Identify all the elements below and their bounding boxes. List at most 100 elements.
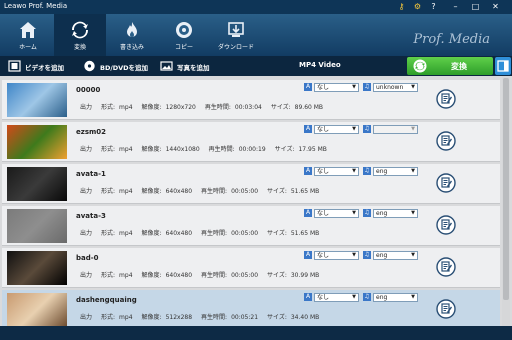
format-label: 形式: xyxy=(101,272,116,279)
tab-convert[interactable]: 変換 xyxy=(54,14,106,56)
duration-label: 再生時間: xyxy=(208,146,235,153)
audio-dropdown[interactable]: eng ▼ xyxy=(373,293,418,302)
close-icon[interactable]: ✕ xyxy=(490,1,501,12)
subtitle-value: なし xyxy=(317,210,330,217)
audio-dropdown[interactable]: unknown ▼ xyxy=(373,83,418,92)
format-value: mp4 xyxy=(119,146,133,153)
duration-value: 00:03:04 xyxy=(234,104,262,111)
add-video-label: ビデオを追加 xyxy=(25,64,64,72)
gear-icon[interactable]: ⚙ xyxy=(412,1,423,12)
size-label: サイズ: xyxy=(267,272,287,279)
scrollbar[interactable] xyxy=(502,76,510,326)
subtitle-icon: A xyxy=(304,209,312,217)
convert-button[interactable]: 変換 xyxy=(407,57,493,75)
tab-burn[interactable]: 書き込み xyxy=(106,14,158,56)
brand-logo: Prof. Media xyxy=(413,32,490,47)
resolution-value: 512x288 xyxy=(165,314,193,321)
size-label: サイズ: xyxy=(274,146,295,153)
size-value: 34.40 MB xyxy=(290,314,320,321)
resolution-label: 解像度: xyxy=(141,314,162,321)
output-label: 出力 xyxy=(80,188,93,195)
audio-icon: ♫ xyxy=(363,251,371,259)
chevron-down-icon: ▼ xyxy=(352,168,356,174)
audio-icon: ♫ xyxy=(363,125,371,133)
chevron-down-icon: ▼ xyxy=(411,168,415,174)
tab-label-copy: コピー xyxy=(174,44,193,51)
subtitle-dropdown[interactable]: なし ▼ xyxy=(314,251,359,260)
format-label: 形式: xyxy=(101,188,116,195)
file-row[interactable]: 00000 出力 形式: mp4 解像度: 1280x720 再生時間: 00:03:04 サイ… xyxy=(2,80,500,120)
add-bd-dvd-label: BD/DVDを追加 xyxy=(100,64,149,72)
file-row[interactable]: avata-1 出力 形式: mp4 解像度: 640x480 再生時間: 00:05:00 サ… xyxy=(2,164,500,204)
duration-value: 00:05:00 xyxy=(231,230,259,237)
scrollbar-thumb[interactable] xyxy=(503,78,509,300)
maximize-icon[interactable]: □ xyxy=(470,1,481,12)
resolution-value: 640x480 xyxy=(165,272,193,279)
format-label: 形式: xyxy=(101,146,116,153)
edit-icon[interactable] xyxy=(436,173,456,193)
edit-icon[interactable] xyxy=(436,299,456,319)
file-row[interactable]: dashengquaing 出力 形式: mp4 解像度: 512x288 再生時間: 00:… xyxy=(2,290,500,326)
convert-refresh-icon xyxy=(413,59,427,73)
subtitle-dropdown[interactable]: なし ▼ xyxy=(314,293,359,302)
audio-dropdown[interactable]: eng ▼ xyxy=(373,167,418,176)
edit-icon[interactable] xyxy=(436,131,456,151)
duration-label: 再生時間: xyxy=(201,314,228,321)
copy-icon xyxy=(176,22,192,38)
duration-label: 再生時間: xyxy=(201,230,228,237)
file-name: 00000 xyxy=(76,86,101,94)
disc-icon xyxy=(84,60,95,72)
size-value: 51.65 MB xyxy=(290,188,320,195)
convert-button-label: 変換 xyxy=(451,62,467,71)
audio-value: eng xyxy=(376,210,388,217)
subtitle-dropdown[interactable]: なし ▼ xyxy=(314,83,359,92)
tab-label-convert: 変換 xyxy=(73,44,86,51)
subtitle-dropdown[interactable]: なし ▼ xyxy=(314,125,359,134)
subtitle-dropdown[interactable]: なし ▼ xyxy=(314,209,359,218)
subtitle-icon: A xyxy=(304,251,312,259)
panel-toggle-button[interactable] xyxy=(495,57,511,75)
subtitle-icon: A xyxy=(304,293,312,301)
app-window: Leawo Prof. Media ⚷ ⚙ ? – □ ✕ ホーム 変換 書き込… xyxy=(0,0,512,340)
tab-download[interactable]: ダウンロード xyxy=(210,14,262,56)
audio-value: eng xyxy=(376,168,388,175)
resolution-label: 解像度: xyxy=(141,146,162,153)
app-title: Leawo Prof. Media xyxy=(4,2,68,10)
output-label: 出力 xyxy=(80,230,93,237)
audio-icon: ♫ xyxy=(363,293,371,301)
subtitle-dropdown[interactable]: なし ▼ xyxy=(314,167,359,176)
subtitle-icon: A xyxy=(304,167,312,175)
file-row[interactable]: avata-3 出力 形式: mp4 解像度: 640x480 再生時間: 00:05:00 サ… xyxy=(2,206,500,246)
video-thumbnail xyxy=(7,209,67,243)
audio-value: eng xyxy=(376,252,388,259)
file-row[interactable]: ezsm02 出力 形式: mp4 解像度: 1440x1080 再生時間: 00:00:19… xyxy=(2,122,500,162)
key-icon[interactable]: ⚷ xyxy=(396,1,407,12)
audio-dropdown[interactable]: eng ▼ xyxy=(373,209,418,218)
output-format-label[interactable]: MP4 Video xyxy=(299,61,341,69)
status-bar xyxy=(0,326,512,340)
format-value: mp4 xyxy=(119,188,133,195)
audio-dropdown[interactable]: eng ▼ xyxy=(373,251,418,260)
output-label: 出力 xyxy=(80,272,93,279)
minimize-icon[interactable]: – xyxy=(450,1,461,12)
file-info: 出力 形式: mp4 解像度: 1280x720 再生時間: 00:03:04 サイズ: 89.… xyxy=(80,102,327,111)
size-value: 30.99 MB xyxy=(290,272,320,279)
size-label: サイズ: xyxy=(267,188,287,195)
chevron-down-icon: ▼ xyxy=(352,252,356,258)
convert-icon xyxy=(71,21,89,39)
audio-dropdown[interactable]: ▼ xyxy=(373,125,418,134)
format-value: mp4 xyxy=(119,272,133,279)
file-list: 00000 出力 形式: mp4 解像度: 1280x720 再生時間: 00:03:04 サイ… xyxy=(0,76,512,326)
video-thumbnail xyxy=(7,83,67,117)
edit-icon[interactable] xyxy=(436,215,456,235)
format-value: mp4 xyxy=(119,104,133,111)
file-info: 出力 形式: mp4 解像度: 512x288 再生時間: 00:05:21 サイズ: 34.4… xyxy=(80,312,323,321)
file-name: avata-1 xyxy=(76,170,106,178)
tab-home[interactable]: ホーム xyxy=(2,14,54,56)
tab-copy[interactable]: コピー xyxy=(158,14,210,56)
file-row[interactable]: bad-0 出力 形式: mp4 解像度: 640x480 再生時間: 00:05:00 サイズ… xyxy=(2,248,500,288)
edit-icon[interactable] xyxy=(436,89,456,109)
edit-icon[interactable] xyxy=(436,257,456,277)
help-icon[interactable]: ? xyxy=(428,1,439,12)
tab-label-home: ホーム xyxy=(19,44,37,51)
